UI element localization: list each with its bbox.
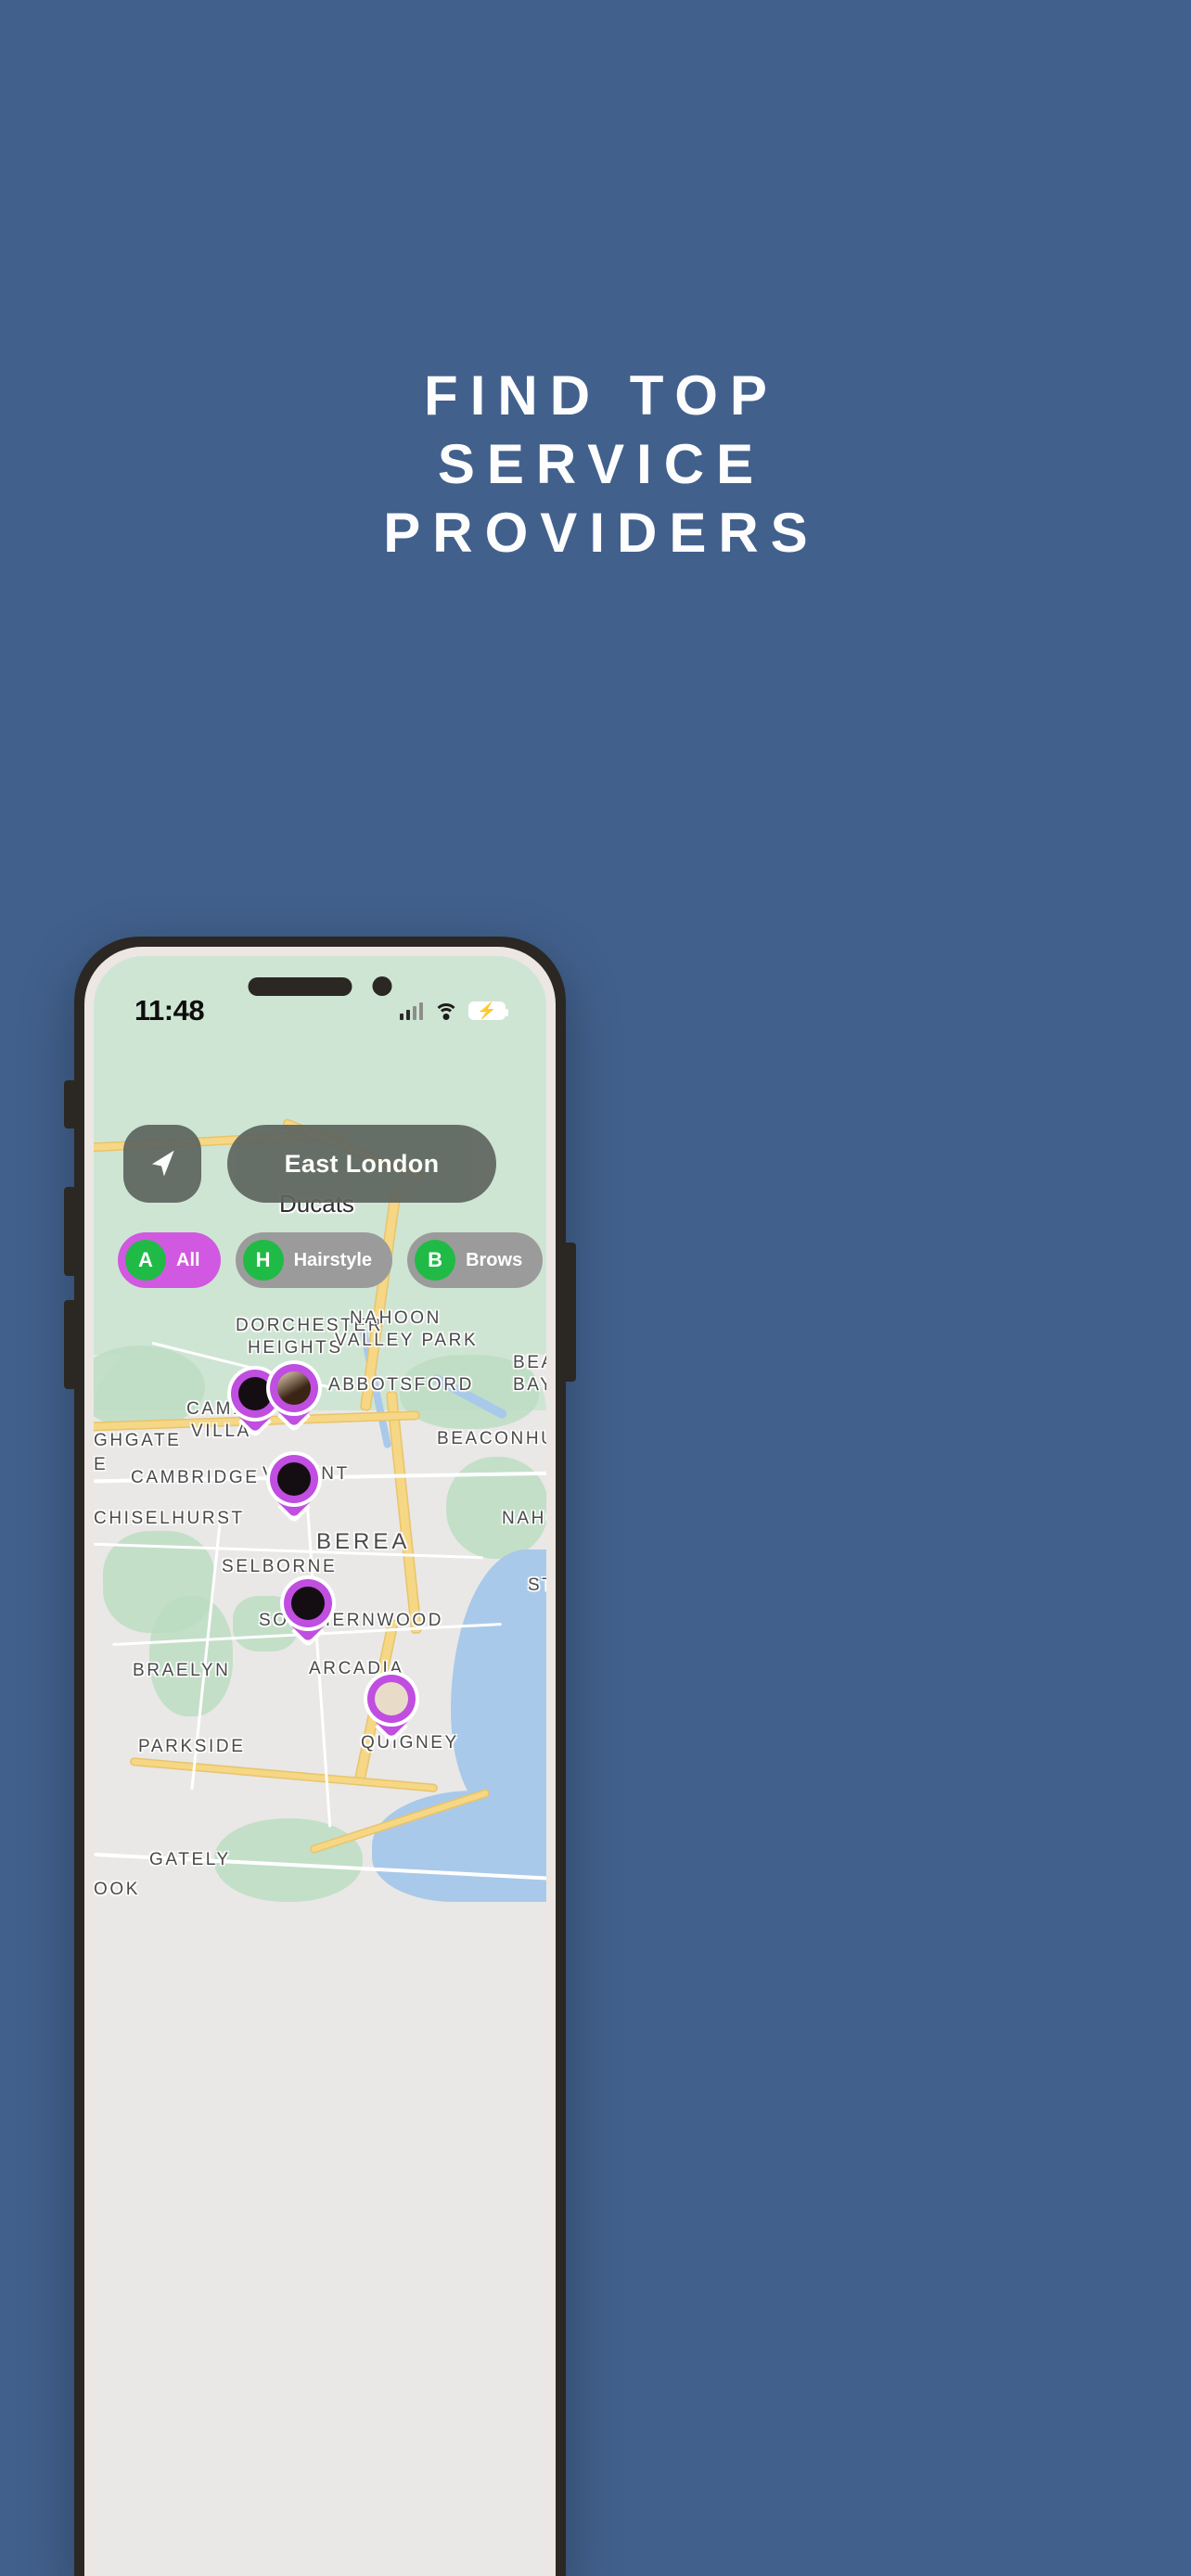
map-label: NAHOON — [350, 1308, 442, 1328]
map-label: BEAC — [513, 1353, 546, 1372]
phone-volume-up-button[interactable] — [64, 1187, 75, 1276]
location-pill-label: East London — [284, 1149, 440, 1178]
provider-avatar — [375, 1682, 408, 1715]
map-label: E — [94, 1455, 109, 1474]
map-label: ABBOTSFORD — [328, 1375, 474, 1395]
provider-avatar — [291, 1587, 325, 1620]
filter-chip-label: All — [176, 1249, 200, 1270]
provider-pin-southernwood[interactable] — [284, 1579, 332, 1643]
filter-chip-icon: A — [125, 1240, 166, 1281]
map-label: CAMBRIDGE — [131, 1468, 260, 1487]
map-label: HEIGHTS — [248, 1338, 343, 1358]
filter-chip-all[interactable]: A All — [118, 1232, 221, 1288]
map-bay — [372, 1791, 546, 1902]
map-label: NAHOON — [502, 1509, 546, 1528]
status-icons: ⚡ — [399, 1001, 508, 1020]
provider-avatar — [238, 1377, 272, 1410]
filter-chip-icon: H — [242, 1240, 284, 1281]
map-highway-n2-mid — [387, 1392, 421, 1633]
phone-bezel: Ducats DORCHESTER HEIGHTS NAHOON VALLEY PARK… — [84, 947, 556, 2576]
map-road-south — [131, 1758, 437, 1792]
battery-bolt-icon: ⚡ — [477, 1001, 497, 1020]
hero-headline: FIND TOP SERVICE PROVIDERS — [0, 362, 1191, 567]
speaker-slot — [248, 976, 352, 996]
map-label: QUIGNEY — [361, 1733, 459, 1753]
battery-charging-icon: ⚡ — [468, 1001, 508, 1020]
phone-volume-down-button[interactable] — [64, 1300, 75, 1389]
hero-line-3: PROVIDERS — [383, 502, 820, 564]
location-search-pill[interactable]: East London — [227, 1125, 496, 1203]
hero-line-2: SERVICE — [437, 433, 766, 495]
map-label: SELBORNE — [222, 1557, 338, 1576]
category-filter-row[interactable]: AAllHHairstyleBBrowsMMakeupNNai — [118, 1232, 546, 1288]
status-time: 11:48 — [134, 994, 205, 1027]
phone-mockup: Ducats DORCHESTER HEIGHTS NAHOON VALLEY PARK… — [64, 937, 576, 2576]
map-label: GATELY — [149, 1850, 231, 1869]
wifi-icon — [433, 1001, 458, 1020]
filter-chip-brows[interactable]: B Brows — [407, 1232, 544, 1288]
phone-screen: Ducats DORCHESTER HEIGHTS NAHOON VALLEY PARK… — [94, 956, 546, 2576]
front-camera-icon — [372, 976, 392, 996]
map-label: VALLEY PARK — [335, 1331, 479, 1350]
dynamic-island — [248, 976, 392, 996]
map-label: STIRLI — [528, 1575, 546, 1595]
phone-silent-switch[interactable] — [64, 1080, 75, 1129]
provider-pin-curls[interactable] — [270, 1364, 318, 1428]
map-park-4 — [149, 1596, 233, 1716]
filter-chip-label: Hairstyle — [293, 1249, 373, 1270]
map-label: BRAELYN — [133, 1661, 231, 1680]
map-label: GHGATE — [94, 1431, 182, 1450]
map-label: OOK — [94, 1880, 141, 1899]
map-label: PARKSIDE — [138, 1737, 246, 1756]
cellular-signal-icon — [399, 1001, 423, 1020]
provider-pin-quigney[interactable] — [367, 1675, 416, 1739]
filter-chip-hairstyle[interactable]: H Hairstyle — [235, 1232, 393, 1288]
navigation-arrow-icon — [151, 1150, 174, 1177]
map-label: BEACONHURST — [437, 1429, 546, 1448]
map-label: CHISELHURST — [94, 1509, 245, 1528]
recenter-location-button[interactable] — [123, 1125, 201, 1203]
map-label: BEREA — [316, 1529, 411, 1554]
filter-chip-icon: B — [415, 1240, 456, 1281]
status-bar: 11:48 ⚡ — [94, 956, 546, 1041]
provider-pin-web[interactable] — [270, 1455, 318, 1519]
map-label: BAY N — [513, 1375, 546, 1395]
hero-line-1: FIND TOP — [424, 364, 779, 427]
provider-avatar — [277, 1371, 311, 1405]
filter-chip-label: Brows — [466, 1249, 523, 1270]
provider-avatar — [277, 1462, 311, 1496]
phone-power-button[interactable] — [565, 1243, 576, 1382]
